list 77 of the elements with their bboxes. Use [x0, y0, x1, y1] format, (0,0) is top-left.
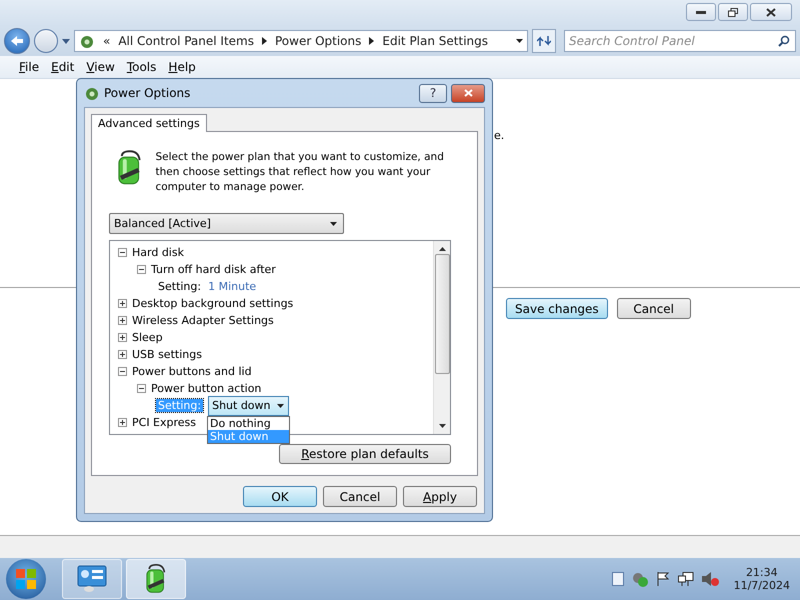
back-button[interactable]: [4, 28, 30, 54]
intro-text: Select the power plan that you want to customize, and then choose settings that reflect how you want your computer to manage power.: [155, 150, 445, 195]
tree-item[interactable]: Power buttons and lid: [132, 365, 252, 378]
restore-button[interactable]: [718, 3, 748, 21]
history-dropdown-icon[interactable]: [62, 38, 70, 44]
breadcrumb[interactable]: Power Options: [274, 34, 362, 48]
menu-item[interactable]: Tools: [122, 60, 162, 74]
breadcrumb-arrow-icon[interactable]: [369, 37, 374, 45]
network-icon[interactable]: [678, 572, 694, 586]
minimize-icon: [696, 10, 706, 14]
refresh-icon: [537, 35, 551, 47]
restore-defaults-button[interactable]: Restore plan defaults: [279, 444, 451, 464]
close-button[interactable]: [451, 84, 485, 102]
dropdown-arrow-icon: [330, 222, 337, 226]
collapse-icon[interactable]: [118, 367, 127, 376]
refresh-button[interactable]: [532, 29, 556, 53]
search-icon[interactable]: [778, 35, 790, 47]
tree-item[interactable]: Sleep: [132, 331, 163, 344]
menu-item[interactable]: Help: [163, 60, 201, 74]
setting-label: Setting:: [157, 280, 202, 293]
expand-icon[interactable]: [118, 350, 127, 359]
document-icon[interactable]: [612, 572, 624, 586]
scroll-down-icon[interactable]: [438, 424, 446, 428]
windows-logo: [16, 569, 36, 589]
close-button[interactable]: [750, 3, 792, 21]
expand-icon[interactable]: [118, 333, 127, 342]
speaker-muted-icon[interactable]: [702, 572, 720, 586]
back-arrow-icon: [11, 36, 23, 46]
description-text: e.: [494, 129, 504, 142]
collapse-icon[interactable]: [137, 265, 146, 274]
menu-item[interactable]: Edit: [46, 60, 80, 74]
menu-item[interactable]: View: [81, 60, 120, 74]
taskbar-button[interactable]: [62, 559, 122, 599]
close-icon: [766, 8, 776, 16]
collapse-icon[interactable]: [137, 384, 146, 393]
dropdown-arrow-icon: [277, 404, 284, 408]
tree-item[interactable]: Desktop background settings: [132, 297, 294, 310]
breadcrumb-arrow-icon[interactable]: [262, 37, 267, 45]
ok-button[interactable]: OK: [243, 486, 317, 507]
address-bar[interactable]: « All Control Panel Items Power Options Edit Plan Settings: [74, 30, 528, 52]
cancel-button[interactable]: Cancel: [323, 486, 397, 507]
tree-item[interactable]: Power button action: [151, 382, 262, 395]
menu-item[interactable]: File: [14, 60, 44, 74]
tree-item[interactable]: Hard disk: [132, 246, 184, 259]
breadcrumb-overflow[interactable]: «: [103, 34, 110, 48]
tree-item[interactable]: USB settings: [132, 348, 202, 361]
breadcrumb[interactable]: Edit Plan Settings: [382, 34, 488, 48]
restore-icon: [728, 8, 738, 16]
scroll-up-icon[interactable]: [438, 247, 446, 251]
expand-icon[interactable]: [118, 299, 127, 308]
save-button[interactable]: Save changes: [506, 298, 608, 319]
setting-value[interactable]: 1 Minute: [208, 280, 256, 293]
help-button[interactable]: ?: [419, 84, 447, 102]
expand-icon[interactable]: [118, 418, 127, 427]
start-button[interactable]: [6, 559, 46, 599]
dropdown-arrow-icon: [516, 39, 523, 43]
collapse-icon[interactable]: [118, 248, 127, 257]
setting-label: Setting:: [156, 399, 204, 412]
scrollbar[interactable]: [433, 241, 450, 434]
flag-icon[interactable]: [656, 572, 670, 586]
cancel-button[interactable]: Cancel: [616, 298, 691, 319]
tree-item[interactable]: Wireless Adapter Settings: [132, 314, 274, 327]
expand-icon[interactable]: [118, 316, 127, 325]
forward-button[interactable]: [34, 29, 58, 53]
taskbar-button[interactable]: [126, 559, 186, 599]
clock[interactable]: 21:34 11/7/2024: [734, 566, 790, 592]
tab[interactable]: Advanced settings: [91, 114, 207, 132]
dialog-title: Power Options: [104, 86, 192, 100]
search-field[interactable]: Search Control Panel: [564, 30, 796, 52]
tree-item[interactable]: PCI Express: [132, 416, 196, 429]
close-icon: [464, 89, 472, 97]
tree-item[interactable]: Turn off hard disk after: [151, 263, 276, 276]
setting-combobox[interactable]: Shut down: [208, 396, 290, 416]
plan-dropdown[interactable]: Balanced [Active]: [109, 213, 344, 234]
apply-button[interactable]: Apply: [403, 486, 477, 507]
minimize-button[interactable]: [686, 3, 716, 21]
breadcrumb[interactable]: All Control Panel Items: [118, 34, 254, 48]
